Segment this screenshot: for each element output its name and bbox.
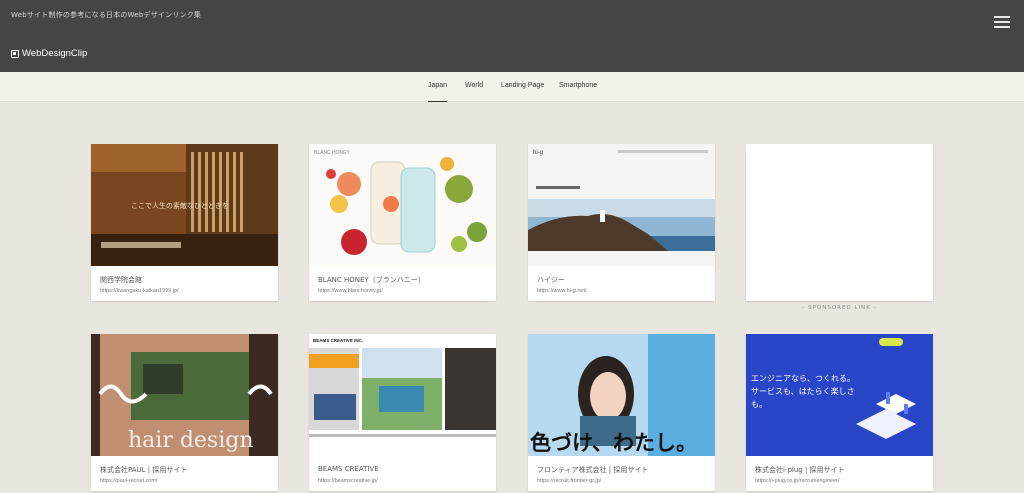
thumb-heading: エンジニアなら、つくれる。サービスも、はたらく楽しさも。	[751, 374, 855, 409]
site-thumbnail: BEAMS CREATIVE INC.	[309, 334, 496, 456]
card-title: BEAMS CREATIVE	[318, 465, 379, 473]
site-tagline: Webサイト制作の参考になる日本のWebデザインリンク集	[11, 11, 202, 19]
site-thumbnail: 色づけ、わたし。	[528, 334, 715, 456]
card-title: 関西学院会館	[100, 276, 142, 284]
tab-world[interactable]: World	[465, 72, 483, 102]
site-thumbnail: エンジニアなら、つくれる。サービスも、はたらく楽しさも。	[746, 334, 933, 456]
logo-mark-icon	[11, 49, 19, 58]
card-title: 株式会社PAUL | 採用サイト	[100, 466, 188, 474]
site-thumbnail: ここで人生の素敵なひとときを	[91, 144, 278, 266]
tab-landing-page[interactable]: Landing Page	[501, 72, 544, 102]
site-thumbnail: hi-g	[528, 144, 715, 266]
thumb-brand: BLANC HONEY	[314, 150, 351, 156]
card-url[interactable]: https://paul-recruit.com/	[100, 478, 157, 484]
thumb-logo: hi-g	[533, 150, 543, 156]
card-url[interactable]: https://kwangaku-kaikan1999.jp/	[100, 288, 179, 294]
card-url[interactable]: https://www.blanchoney.jp/	[318, 288, 383, 294]
thumb-brand: BEAMS CREATIVE INC.	[313, 338, 363, 343]
card-url[interactable]: https://beamscreative.jp/	[318, 478, 378, 484]
hamburger-menu-icon[interactable]	[994, 16, 1010, 28]
site-header: Webサイト制作の参考になる日本のWebデザインリンク集 WebDesignCl…	[0, 0, 1024, 72]
site-card[interactable]: 色づけ、わたし。 フロンティア株式会社 | 採用サイト https://recr…	[528, 334, 715, 491]
logo-text: WebDesignClip	[22, 48, 88, 59]
card-title: BLANC HONEY（ブランハニー）	[318, 276, 425, 284]
tab-japan[interactable]: Japan	[428, 72, 448, 102]
card-title: フロンティア株式会社 | 採用サイト	[537, 466, 649, 474]
sponsored-link-label: - SPONSORED LINK -	[802, 305, 877, 311]
site-card[interactable]: BEAMS CREATIVE INC. BEAMS CREATIVE https…	[309, 334, 496, 491]
card-url[interactable]: https://www.hi-g.net/	[537, 288, 587, 294]
site-card[interactable]: ここで人生の素敵なひとときを 関西学院会館 https://kwangaku-k…	[91, 144, 278, 301]
site-logo[interactable]: WebDesignClip	[11, 48, 87, 59]
category-tabs: Japan World Landing Page Smartphone	[0, 72, 1024, 102]
thumb-heading: hair design	[128, 428, 254, 453]
card-title: ハイジー	[537, 276, 565, 284]
site-thumbnail: hair design	[91, 334, 278, 456]
card-url[interactable]: https://recruit.frontier-gr.jp/	[537, 478, 601, 484]
site-card[interactable]: hair design 株式会社PAUL | 採用サイト https://pau…	[91, 334, 278, 491]
site-card[interactable]: BLANC HONEY BLANC HONEY（ブランハニー） https://…	[309, 144, 496, 301]
tab-smartphone[interactable]: Smartphone	[559, 72, 597, 102]
thumb-heading: ここで人生の素敵なひとときを	[131, 201, 229, 210]
site-card[interactable]: hi-g ハイジー https://www.hi-g.net/	[528, 144, 715, 301]
site-card[interactable]: エンジニアなら、つくれる。サービスも、はたらく楽しさも。 株式会社i-plug …	[746, 334, 933, 491]
site-thumbnail: BLANC HONEY	[309, 144, 496, 266]
card-title: 株式会社i-plug | 採用サイト	[755, 466, 845, 474]
ad-slot[interactable]	[746, 144, 933, 301]
card-url[interactable]: https://i-plug.co.jp/recruit/engineer/	[755, 478, 839, 484]
thumb-heading: 色づけ、わたし。	[530, 431, 697, 455]
